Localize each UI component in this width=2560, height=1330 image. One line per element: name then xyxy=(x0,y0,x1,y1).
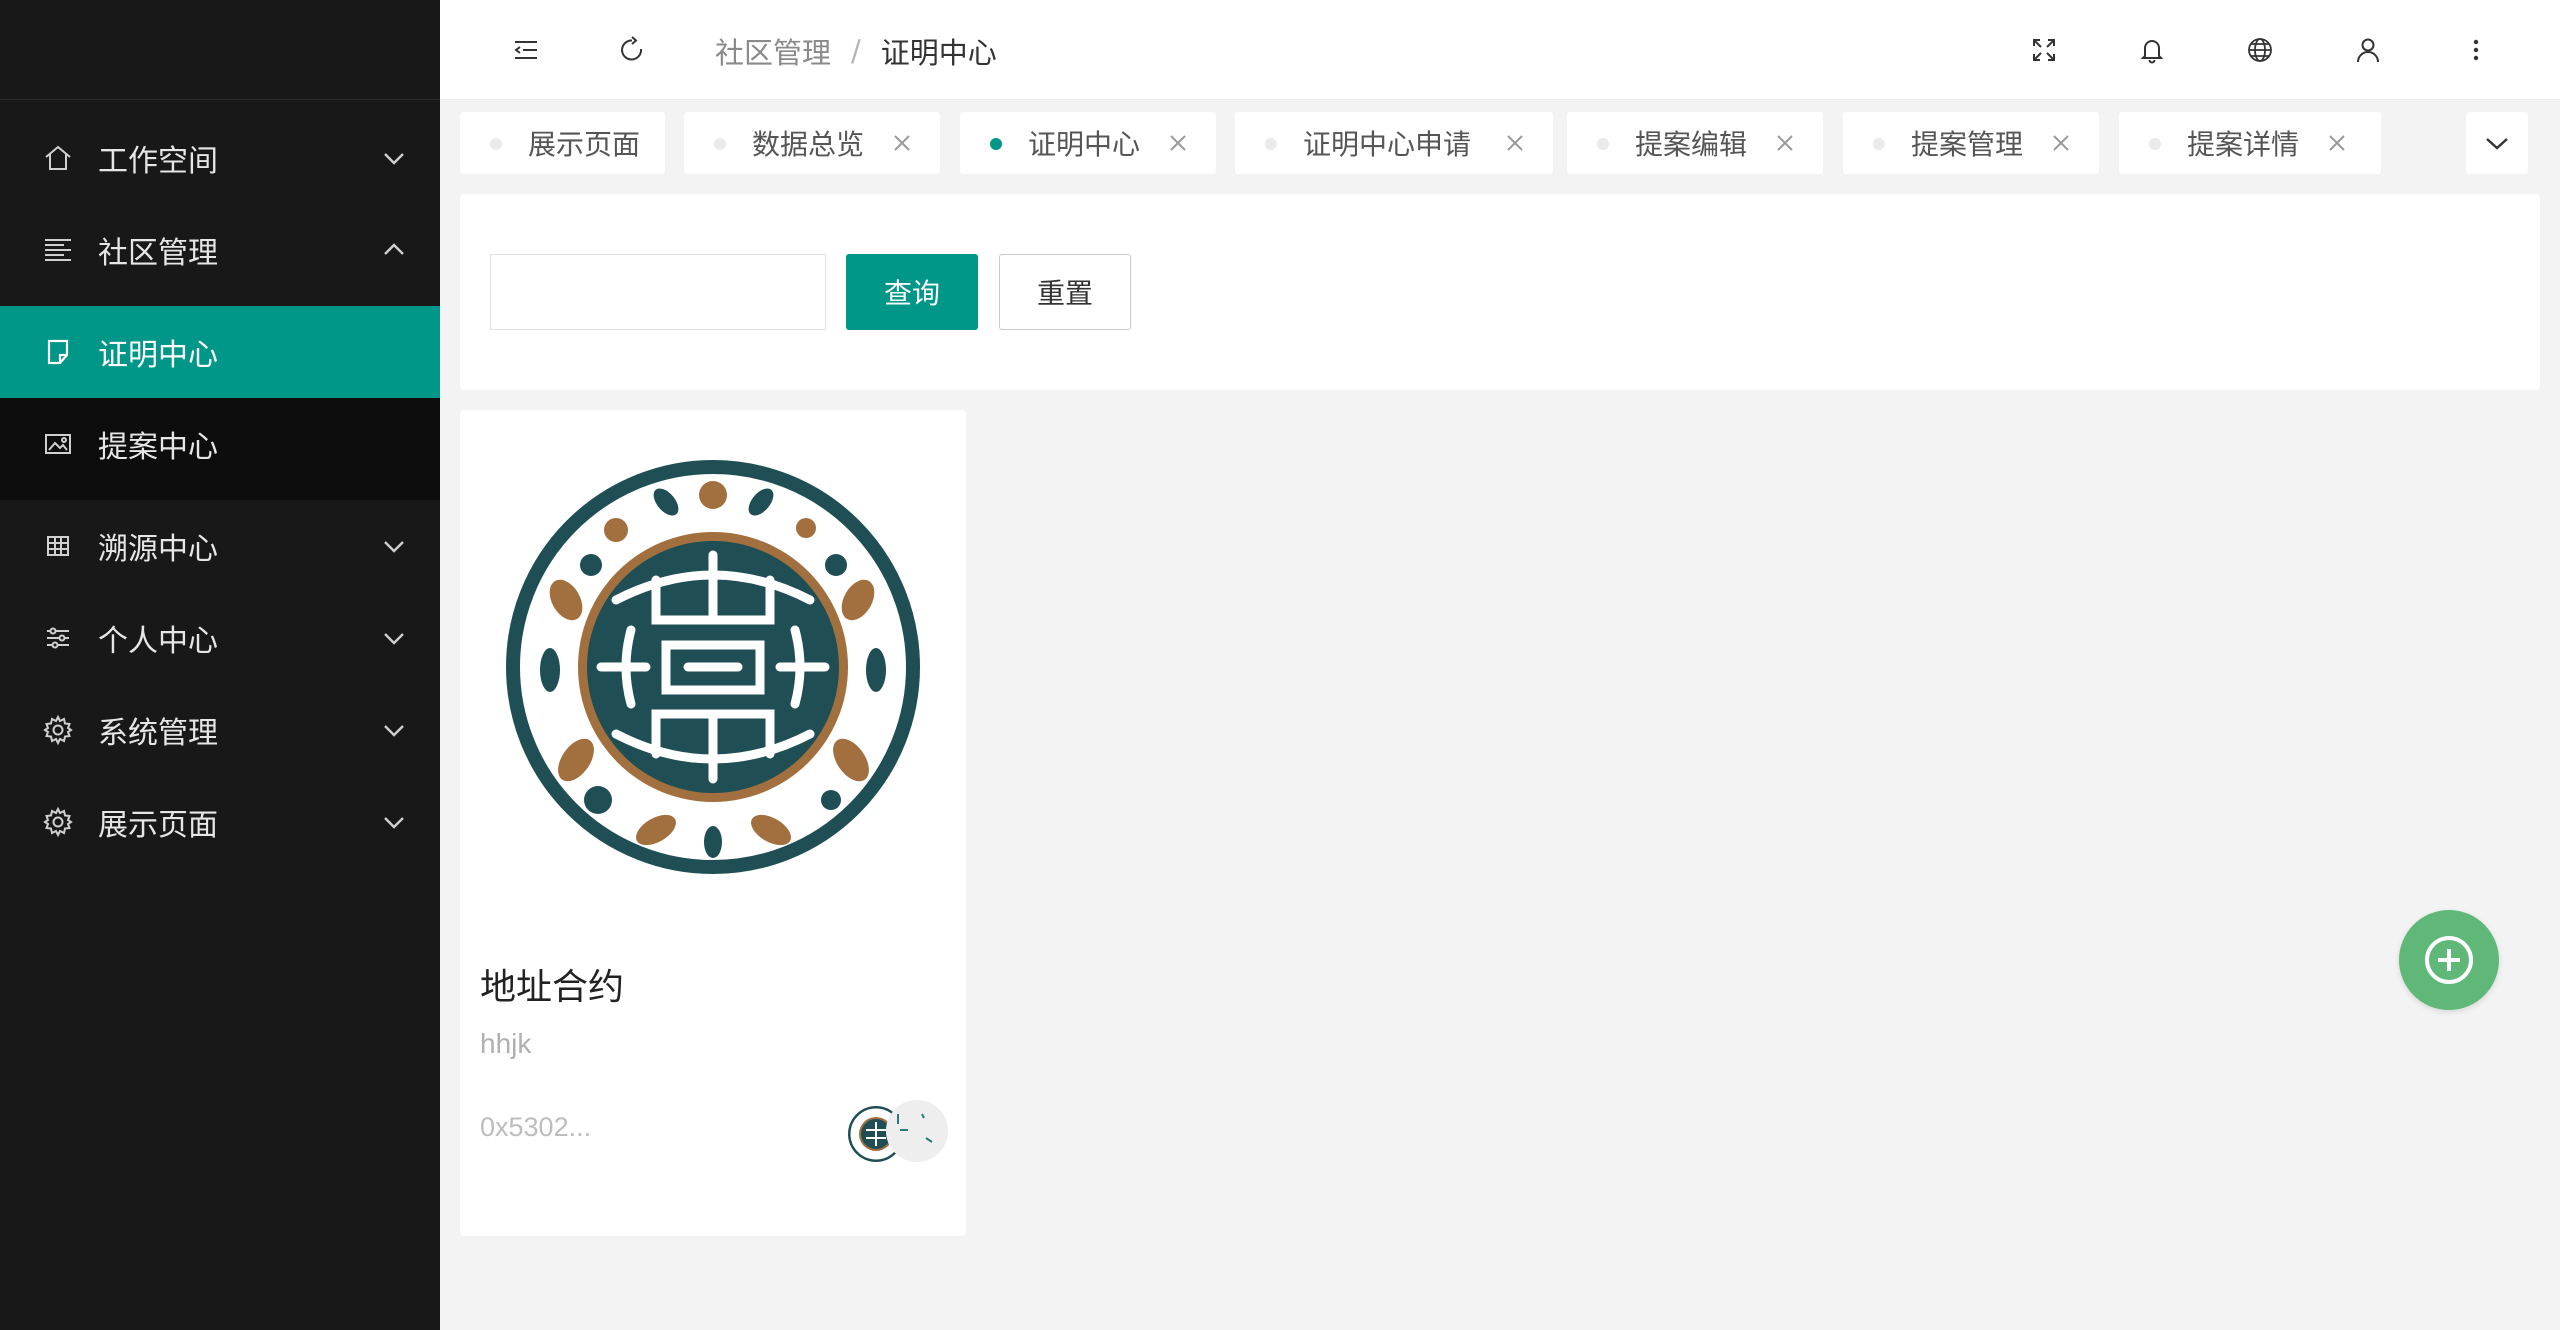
sidebar-item-proposal-center[interactable]: 提案中心 xyxy=(0,398,440,490)
more-button[interactable] xyxy=(2452,26,2500,74)
tab-proof-center[interactable]: 证明中心 xyxy=(960,112,1216,174)
list-icon xyxy=(40,232,76,268)
tab-data-overview[interactable]: 数据总览 xyxy=(684,112,940,174)
tab-label: 数据总览 xyxy=(752,128,865,161)
search-input[interactable] xyxy=(490,254,826,330)
table-icon xyxy=(40,528,76,564)
chevron-up-icon xyxy=(384,243,404,255)
user-button[interactable] xyxy=(2344,26,2392,74)
close-icon[interactable] xyxy=(890,131,914,155)
top-header: 社区管理 / 证明中心 xyxy=(440,0,2560,100)
sidebar-logo-area xyxy=(0,0,440,100)
card-title: 地址合约 xyxy=(480,967,625,1008)
query-button[interactable]: 查询 xyxy=(846,254,978,330)
close-icon[interactable] xyxy=(2049,131,2073,155)
tab-label: 展示页面 xyxy=(528,128,641,161)
close-icon[interactable] xyxy=(2325,131,2349,155)
sidebar-item-label: 溯源中心 xyxy=(98,532,218,567)
document-icon xyxy=(40,334,76,370)
add-button[interactable] xyxy=(2399,910,2499,1010)
sidebar-item-label: 工作空间 xyxy=(98,144,218,179)
chevron-down-icon xyxy=(384,153,404,165)
sidebar-item-community[interactable]: 社区管理 xyxy=(0,204,440,296)
sidebar-item-display-page[interactable]: 展示页面 xyxy=(0,776,440,868)
tab-status-dot xyxy=(1873,138,1885,150)
close-icon[interactable] xyxy=(1773,131,1797,155)
chevron-down-icon xyxy=(384,817,404,829)
tab-proposal-details[interactable]: 提案详情 xyxy=(2119,112,2381,174)
tab-proposal-management[interactable]: 提案管理 xyxy=(1843,112,2099,174)
tab-label: 证明中心 xyxy=(1028,128,1141,161)
sidebar-item-label: 提案中心 xyxy=(98,430,218,465)
sidebar-item-workspace[interactable]: 工作空间 xyxy=(0,112,440,204)
card-description: hhjk xyxy=(480,1028,532,1059)
tab-status-dot xyxy=(1265,138,1277,150)
language-button[interactable] xyxy=(2236,26,2284,74)
menu-fold-icon xyxy=(514,41,537,59)
tab-label: 证明中心申请 xyxy=(1303,128,1472,161)
collapse-menu-button[interactable] xyxy=(502,26,550,74)
tab-status-dot xyxy=(490,138,502,150)
sidebar-item-label: 展示页面 xyxy=(98,808,218,843)
notification-button[interactable] xyxy=(2128,26,2176,74)
sidebar-item-trace-center[interactable]: 溯源中心 xyxy=(0,500,440,592)
avatar xyxy=(886,1100,948,1162)
breadcrumb-parent[interactable]: 社区管理 xyxy=(715,30,831,72)
refresh-button[interactable] xyxy=(608,26,656,74)
tab-label: 提案管理 xyxy=(1911,128,2024,161)
reset-button[interactable]: 重置 xyxy=(999,254,1131,330)
sidebar-item-label: 社区管理 xyxy=(98,236,218,271)
sidebar: 工作空间 社区管理 证明中心 提案中心 溯源中心 个人中心 系统管理 展示页面 xyxy=(0,0,440,1330)
tab-status-dot xyxy=(714,138,726,150)
refresh-icon xyxy=(621,36,643,61)
tab-status-dot xyxy=(2149,138,2161,150)
sidebar-item-label: 个人中心 xyxy=(98,624,218,659)
sidebar-item-proof-center[interactable]: 证明中心 xyxy=(0,306,440,398)
gear-icon xyxy=(40,804,76,840)
chevron-down-icon xyxy=(384,541,404,553)
globe-icon xyxy=(2248,38,2272,62)
tab-proposal-edit[interactable]: 提案编辑 xyxy=(1567,112,1823,174)
chevron-down-icon xyxy=(2486,138,2508,150)
tab-status-dot xyxy=(1597,138,1609,150)
contract-logo-image xyxy=(506,460,920,874)
sidebar-item-label: 系统管理 xyxy=(98,716,218,751)
tab-proof-center-apply[interactable]: 证明中心申请 xyxy=(1235,112,1553,174)
close-icon[interactable] xyxy=(1166,131,1190,155)
gear-icon xyxy=(40,712,76,748)
card-address: 0x5302... xyxy=(480,1112,592,1142)
chevron-down-icon xyxy=(384,725,404,737)
breadcrumb: 社区管理 / 证明中心 xyxy=(715,30,997,72)
sidebar-item-system-management[interactable]: 系统管理 xyxy=(0,684,440,776)
home-icon xyxy=(40,140,76,176)
sliders-icon xyxy=(40,620,76,656)
more-vertical-icon xyxy=(2473,39,2479,61)
sidebar-item-personal-center[interactable]: 个人中心 xyxy=(0,592,440,684)
breadcrumb-separator: / xyxy=(851,34,861,68)
fullscreen-icon xyxy=(2033,39,2055,61)
contract-card[interactable]: 地址合约 hhjk 0x5302... xyxy=(460,410,966,1236)
plus-circle-icon xyxy=(2425,936,2473,984)
tab-display-page[interactable]: 展示页面 xyxy=(460,112,665,174)
tab-status-dot xyxy=(990,138,1002,150)
sidebar-item-label: 证明中心 xyxy=(98,338,218,373)
user-icon xyxy=(2357,38,2379,63)
tab-label: 提案编辑 xyxy=(1635,128,1748,161)
tab-label: 提案详情 xyxy=(2187,128,2300,161)
fullscreen-button[interactable] xyxy=(2020,26,2068,74)
tab-more-button[interactable] xyxy=(2466,112,2528,174)
chevron-down-icon xyxy=(384,633,404,645)
close-icon[interactable] xyxy=(1503,131,1527,155)
breadcrumb-current: 证明中心 xyxy=(880,36,997,70)
search-panel: 查询 重置 xyxy=(460,194,2540,390)
bell-icon xyxy=(2140,40,2164,64)
image-icon xyxy=(40,426,76,462)
